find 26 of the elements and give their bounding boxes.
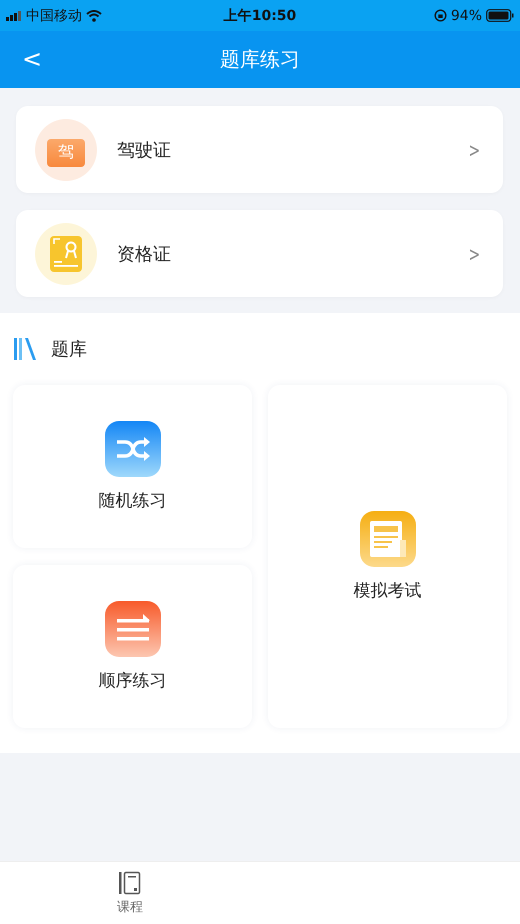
- document-icon: [360, 511, 416, 567]
- practice-card[interactable]: 随机练习: [13, 385, 252, 548]
- carrier-text: 中国移动: [26, 6, 82, 24]
- practice-card[interactable]: 顺序练习: [13, 565, 252, 728]
- license-card[interactable]: 资格证 >: [16, 210, 503, 297]
- practice-label: 顺序练习: [98, 670, 166, 692]
- books-icon: [13, 336, 39, 362]
- license-card[interactable]: 驾 驾驶证 >: [16, 106, 503, 193]
- section-title: 题库: [51, 338, 87, 361]
- license-icon: 驾: [35, 118, 97, 180]
- battery-icon: [486, 9, 514, 22]
- page-title: 题库练习: [220, 46, 300, 73]
- wifi-icon: [86, 10, 102, 22]
- shuffle-icon: [104, 421, 160, 477]
- license-name: 驾驶证: [117, 138, 172, 162]
- practice-label: 随机练习: [98, 490, 166, 512]
- license-name: 资格证: [117, 242, 172, 266]
- signal-icon: [6, 10, 22, 20]
- clock-text: 上午10:50: [224, 6, 296, 24]
- battery-text: 94%: [450, 8, 482, 24]
- tablet-icon: [118, 870, 142, 894]
- chevron-text: >: [468, 242, 480, 266]
- practice-label: 模拟考试: [354, 580, 422, 602]
- rotation-lock-icon: [434, 9, 447, 22]
- practice-card[interactable]: 模拟考试: [268, 385, 507, 728]
- chevron-text: >: [468, 138, 480, 162]
